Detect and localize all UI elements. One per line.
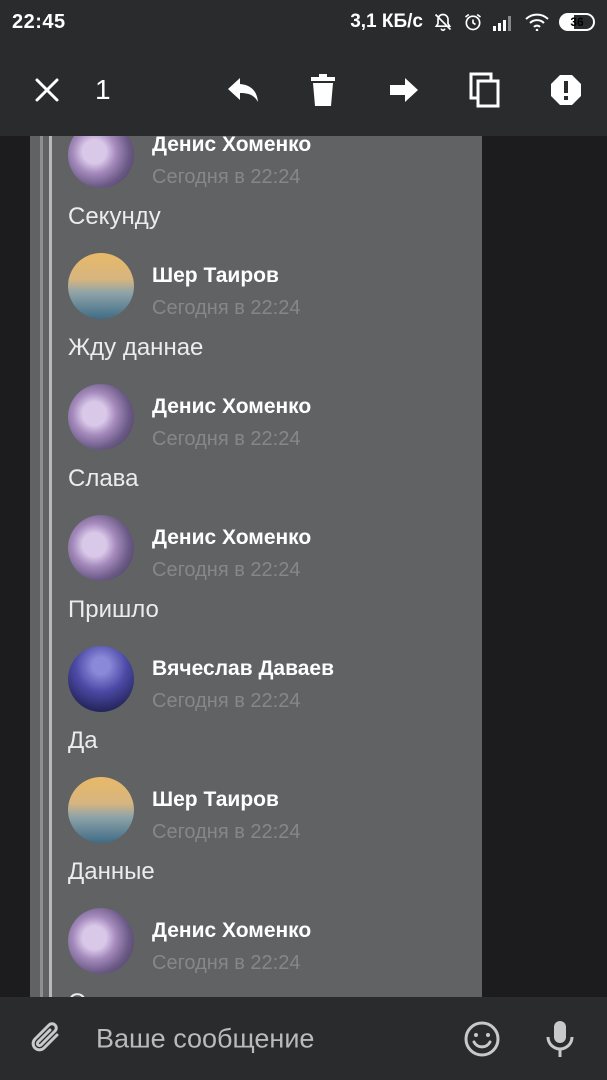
message-text: Данные bbox=[68, 858, 155, 885]
selected-count: 1 bbox=[95, 74, 111, 105]
copy-icon[interactable] bbox=[463, 68, 507, 112]
bell-off-icon bbox=[433, 12, 453, 32]
avatar bbox=[68, 253, 134, 319]
microphone-icon[interactable] bbox=[538, 1017, 582, 1061]
message-time: Сегодня в 22:24 bbox=[152, 559, 301, 581]
message-text: Ок bbox=[68, 989, 97, 997]
author-name: Денис Хоменко bbox=[152, 395, 312, 418]
message-time: Сегодня в 22:24 bbox=[152, 690, 301, 712]
list-item: Шер Таиров Сегодня в 22:24 Жду даннае bbox=[30, 242, 482, 373]
battery-level: 36 bbox=[570, 15, 584, 29]
forward-icon[interactable] bbox=[382, 68, 426, 112]
network-speed: 3,1 КБ/с bbox=[350, 11, 423, 32]
author-name: Шер Таиров bbox=[152, 788, 279, 811]
list-item: Вячеслав Даваев Сегодня в 22:24 Да bbox=[30, 635, 482, 766]
battery-icon: 36 bbox=[559, 13, 595, 31]
message-time: Сегодня в 22:24 bbox=[152, 952, 301, 974]
message-input[interactable]: Ваше сообщение bbox=[96, 1024, 314, 1055]
message-time: Сегодня в 22:24 bbox=[152, 428, 301, 450]
list-item: Шер Таиров Сегодня в 22:24 Данные bbox=[30, 766, 482, 897]
list-item: Денис Хоменко Сегодня в 22:24 Пришло bbox=[30, 504, 482, 635]
message-text: Да bbox=[68, 727, 98, 754]
wifi-icon bbox=[525, 13, 549, 31]
selection-action-bar: 1 bbox=[0, 44, 607, 136]
message-text: Жду даннае bbox=[68, 334, 204, 361]
emoji-icon[interactable] bbox=[460, 1017, 504, 1061]
message-text: Секунду bbox=[68, 203, 161, 230]
message-time: Сегодня в 22:24 bbox=[152, 821, 301, 843]
author-name: Денис Хоменко bbox=[152, 526, 312, 549]
avatar bbox=[68, 908, 134, 974]
avatar bbox=[68, 777, 134, 843]
message-time: Сегодня в 22:24 bbox=[152, 166, 301, 188]
selected-forwarded-message[interactable]: Денис Хоменко Сегодня в 22:24 Секунду Ше… bbox=[30, 136, 482, 997]
author-name: Вячеслав Даваев bbox=[152, 657, 334, 680]
alarm-icon bbox=[463, 12, 483, 32]
list-item: Денис Хоменко Сегодня в 22:24 Ок bbox=[30, 897, 482, 997]
avatar bbox=[68, 515, 134, 581]
avatar bbox=[68, 646, 134, 712]
author-name: Шер Таиров bbox=[152, 264, 279, 287]
chat-area[interactable]: Денис Хоменко Сегодня в 22:24 Секунду Ше… bbox=[0, 136, 607, 997]
attach-icon[interactable] bbox=[25, 1017, 69, 1061]
delete-icon[interactable] bbox=[301, 68, 345, 112]
avatar bbox=[68, 384, 134, 450]
list-item: Денис Хоменко Сегодня в 22:24 Секунду bbox=[30, 136, 482, 242]
close-icon[interactable] bbox=[25, 68, 69, 112]
list-item: Денис Хоменко Сегодня в 22:24 Слава bbox=[30, 373, 482, 504]
message-text: Пришло bbox=[68, 596, 159, 623]
signal-icon bbox=[493, 13, 515, 31]
status-indicators: 3,1 КБ/с 36 bbox=[350, 11, 595, 33]
forwarded-message-list: Денис Хоменко Сегодня в 22:24 Секунду Ше… bbox=[30, 136, 482, 997]
report-icon[interactable] bbox=[544, 68, 588, 112]
avatar bbox=[68, 136, 134, 188]
reply-icon[interactable] bbox=[221, 68, 265, 112]
message-input-bar: Ваше сообщение bbox=[0, 997, 607, 1080]
message-time: Сегодня в 22:24 bbox=[152, 297, 301, 319]
status-time: 22:45 bbox=[12, 10, 66, 33]
author-name: Денис Хоменко bbox=[152, 919, 312, 942]
message-text: Слава bbox=[68, 465, 139, 492]
author-name: Денис Хоменко bbox=[152, 136, 312, 156]
status-bar: 22:45 3,1 КБ/с 36 bbox=[0, 0, 607, 44]
